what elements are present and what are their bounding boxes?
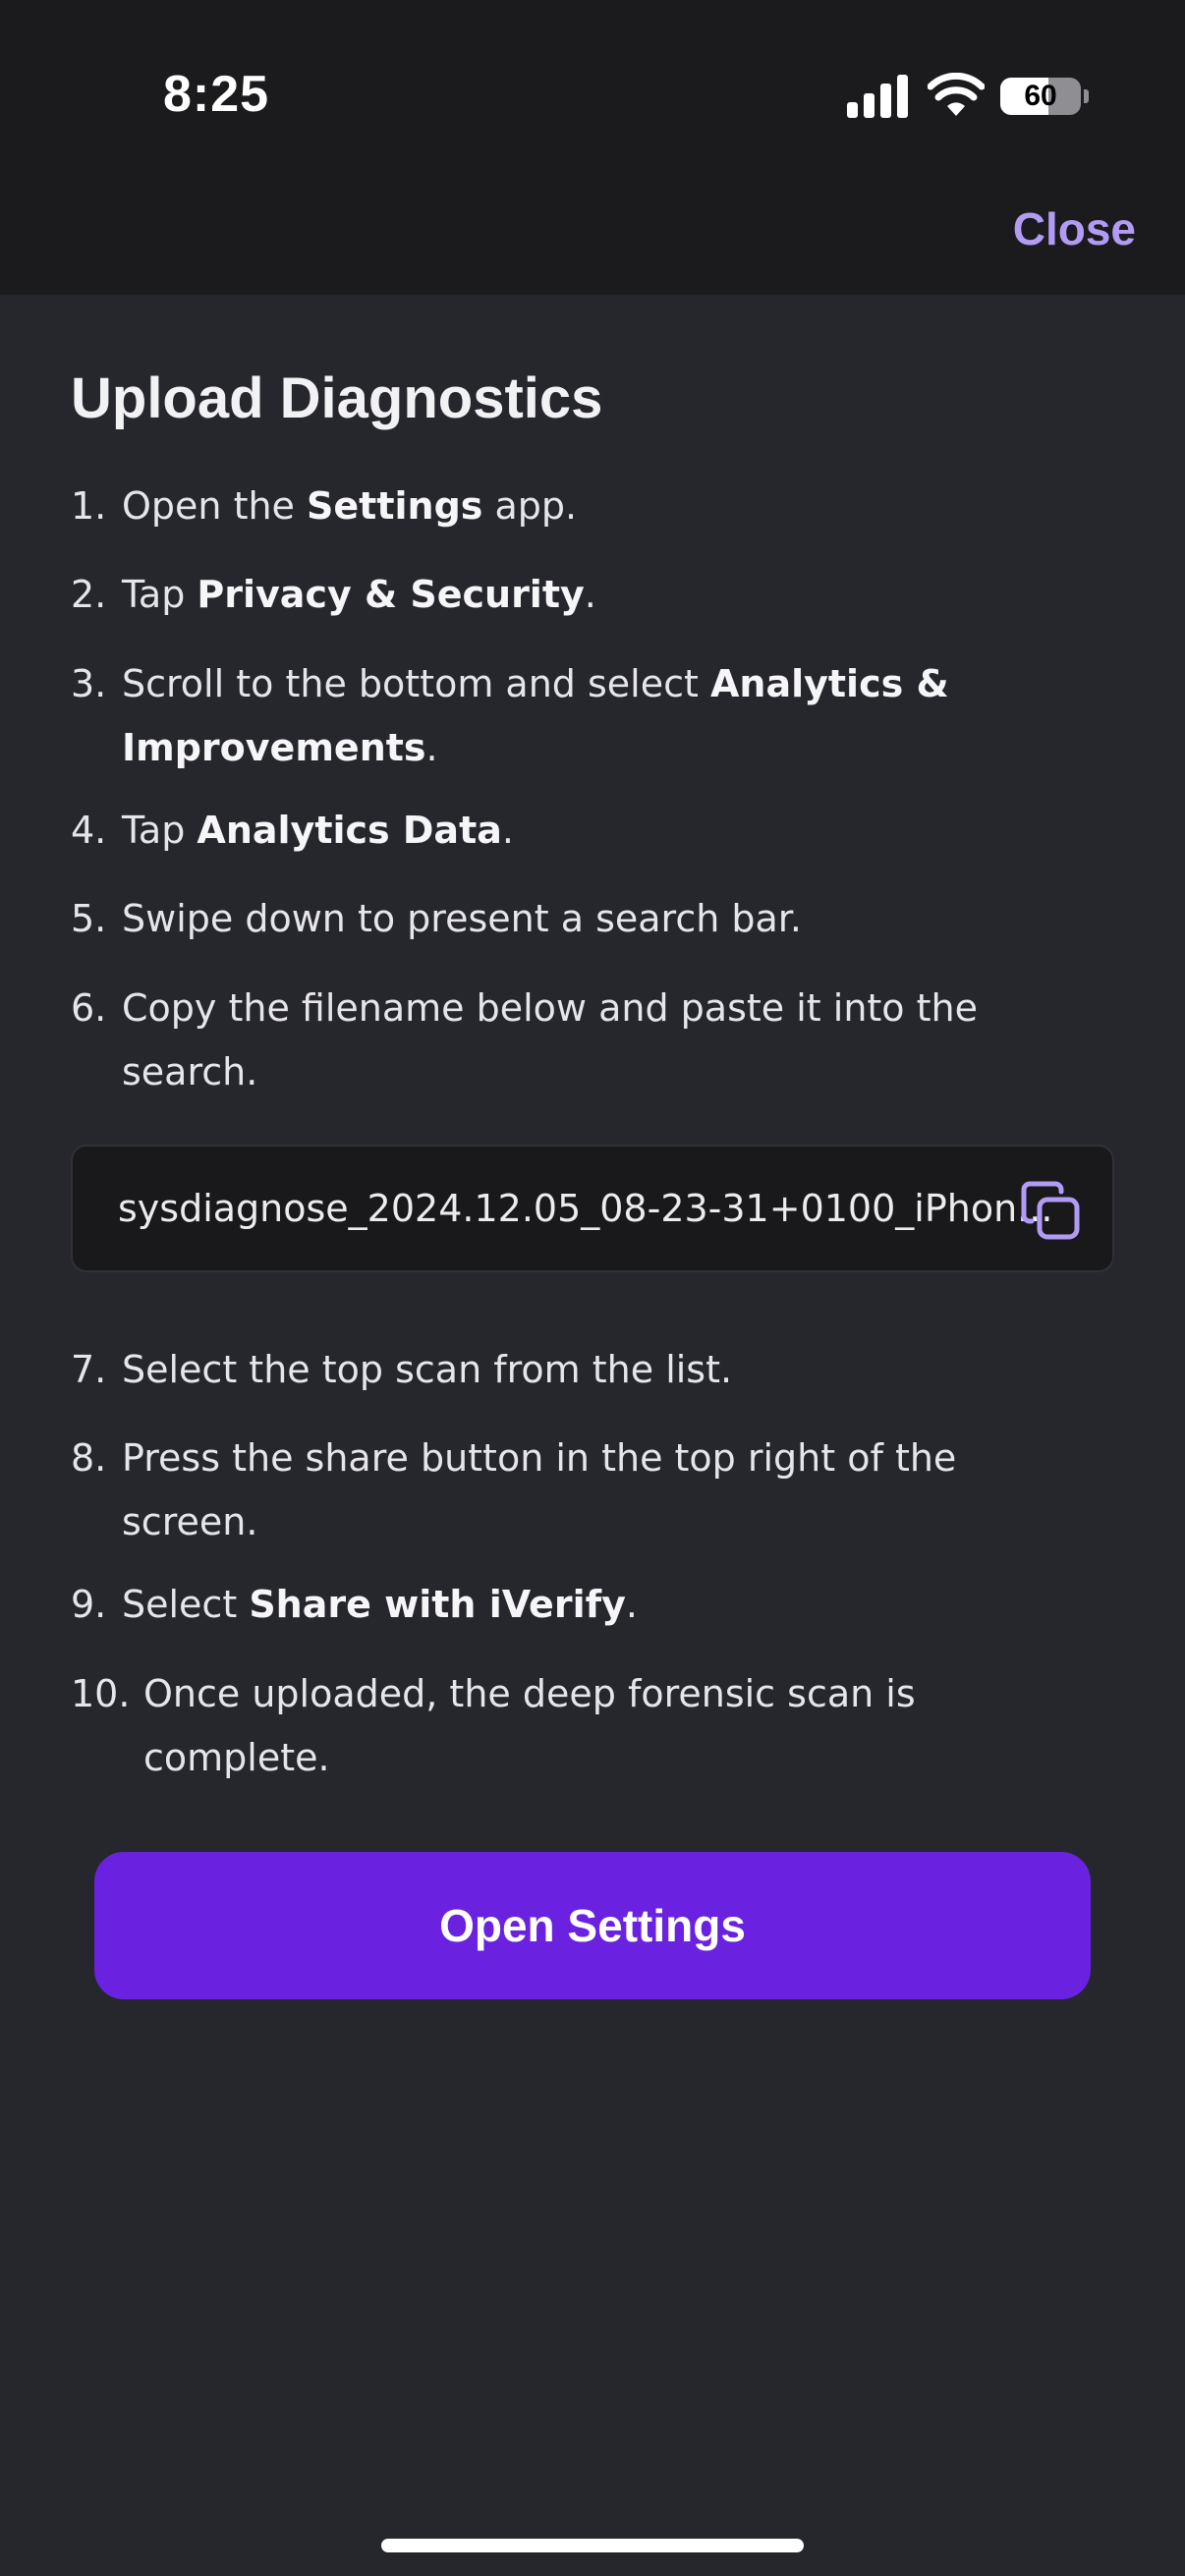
step-number: 3. [71, 662, 107, 705]
close-button[interactable]: Close [1013, 202, 1136, 255]
instruction-step: 1. Open the Settings app. [71, 475, 987, 538]
instruction-step: 3. Scroll to the bottom and select Analyt… [71, 652, 987, 780]
step-text-part: Once uploaded, the deep forensic scan is… [143, 1672, 916, 1779]
step-number: 6. [71, 986, 107, 1030]
step-number: 8. [71, 1436, 107, 1480]
copy-icon[interactable] [1018, 1178, 1083, 1243]
filename-text[interactable]: sysdiagnose_2024.12.05_08-23-31+0100_iPh… [118, 1147, 1061, 1270]
step-text-part: Copy the filename below and paste it int… [122, 986, 978, 1093]
step-text: Open the Settings app. [122, 475, 987, 538]
step-text: Tap Analytics Data. [122, 799, 987, 863]
step-text: Select Share with iVerify. [122, 1573, 987, 1637]
step-text-part: Swipe down to present a search bar. [122, 897, 802, 940]
step-text-part: Press the share button in the top right … [122, 1436, 957, 1543]
status-time: 8:25 [163, 66, 270, 123]
signal-icon [847, 73, 908, 118]
instruction-step: 6. Copy the filename below and paste it i… [71, 977, 987, 1104]
step-text-part: Scroll to the bottom and select [122, 662, 710, 705]
step-emphasis: Share with iVerify [249, 1583, 626, 1626]
step-number: 2. [71, 573, 107, 616]
step-text: Select the top scan from the list. [122, 1338, 987, 1402]
step-emphasis: Settings [307, 484, 483, 528]
step-text: Scroll to the bottom and select Analytic… [122, 652, 987, 780]
wifi-icon [928, 73, 985, 116]
step-text-part: Tap [122, 809, 198, 852]
instruction-step: 2. Tap Privacy & Security. [71, 563, 987, 627]
step-number: 10. [71, 1672, 131, 1715]
filename-field[interactable]: sysdiagnose_2024.12.05_08-23-31+0100_iPh… [71, 1145, 1114, 1272]
instruction-step: 5. Swipe down to present a search bar. [71, 887, 987, 951]
step-text-part: . [425, 726, 438, 769]
step-text-part: Select the top scan from the list. [122, 1348, 733, 1391]
step-text-part: . [501, 809, 514, 852]
step-text: Tap Privacy & Security. [122, 563, 987, 627]
step-text-part: . [625, 1583, 638, 1626]
battery-icon: 60 [1000, 78, 1081, 115]
battery-percentage: 60 [1024, 80, 1057, 112]
step-emphasis: Privacy & Security [197, 573, 585, 616]
instruction-step: 9. Select Share with iVerify. [71, 1573, 987, 1637]
open-settings-button[interactable]: Open Settings [94, 1852, 1091, 1999]
step-text: Swipe down to present a search bar. [122, 887, 987, 951]
step-number: 4. [71, 809, 107, 852]
step-number: 1. [71, 484, 107, 528]
step-text-part: app. [482, 484, 578, 528]
step-text-part: Tap [122, 573, 198, 616]
top-bar: 8:25 60 Close [0, 0, 1185, 295]
step-number: 5. [71, 897, 107, 940]
step-text-part: . [584, 573, 596, 616]
home-indicator [381, 2539, 804, 2552]
instruction-step: 8. Press the share button in the top righ… [71, 1427, 987, 1554]
step-text: Once uploaded, the deep forensic scan is… [143, 1662, 1008, 1790]
instruction-step: 7. Select the top scan from the list. [71, 1338, 987, 1402]
step-number: 7. [71, 1348, 107, 1391]
instruction-step: 10. Once uploaded, the deep forensic scan… [71, 1662, 1008, 1790]
step-text-part: Open the [122, 484, 308, 528]
step-emphasis: Analytics Data [197, 809, 502, 852]
step-text: Copy the filename below and paste it int… [122, 977, 987, 1104]
step-number: 9. [71, 1583, 107, 1626]
step-text-part: Select [122, 1583, 250, 1626]
page-title: Upload Diagnostics [71, 366, 603, 430]
battery-nub [1084, 89, 1089, 103]
instruction-step: 4. Tap Analytics Data. [71, 799, 987, 863]
step-text: Press the share button in the top right … [122, 1427, 987, 1554]
